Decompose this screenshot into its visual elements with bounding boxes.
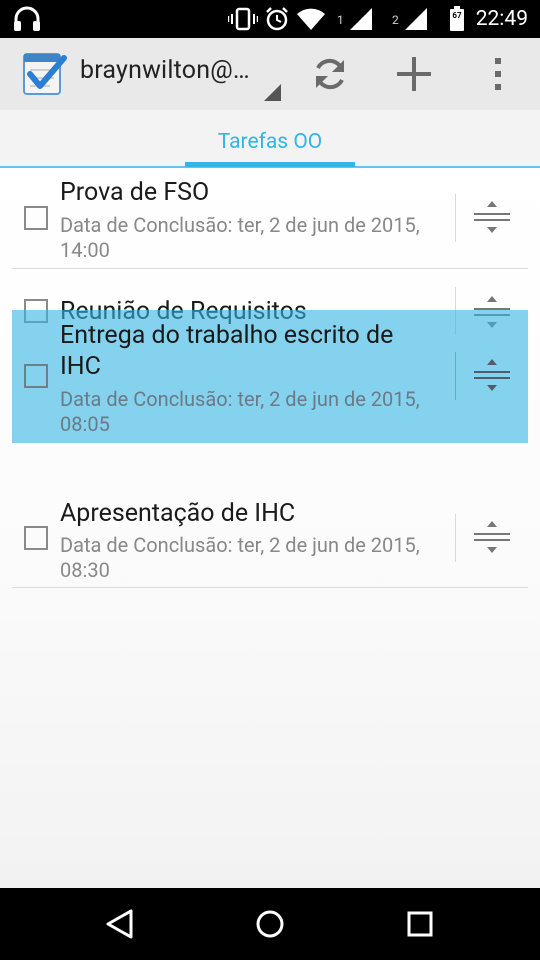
- vibrate-icon: [228, 0, 258, 38]
- task-checkbox[interactable]: [24, 206, 48, 230]
- alarm-icon: [262, 0, 292, 38]
- home-button[interactable]: [240, 900, 300, 948]
- clock: 22:49: [475, 7, 528, 31]
- battery-icon: 67: [446, 0, 468, 38]
- signal-2-label: 2: [392, 13, 399, 27]
- wifi-icon: [296, 0, 326, 38]
- action-bar: braynwilton@…: [0, 38, 540, 110]
- status-bar: 1 2 67 22:49: [0, 0, 540, 38]
- app-logo-icon[interactable]: [20, 50, 68, 98]
- battery-level: 67: [452, 11, 462, 20]
- task-title: Apresentação de IHC: [60, 499, 296, 528]
- tab-tarefas-oo[interactable]: Tarefas OO: [185, 130, 355, 154]
- task-due-time: 08:30: [60, 558, 110, 582]
- task-item[interactable]: Apresentação de IHC Data de Conclusão: t…: [12, 490, 528, 588]
- task-due-time: 14:00: [60, 238, 110, 262]
- divider: [455, 194, 456, 242]
- task-due-date: Data de Conclusão: ter, 2 de jun de 2015…: [60, 387, 420, 411]
- task-checkbox[interactable]: [24, 526, 48, 550]
- add-task-button[interactable]: [386, 50, 442, 98]
- task-due-date: Data de Conclusão: ter, 2 de jun de 2015…: [60, 213, 420, 237]
- drag-handle-icon[interactable]: [472, 356, 512, 396]
- task-title-line2: IHC: [60, 352, 101, 381]
- task-checkbox[interactable]: [24, 364, 48, 388]
- sync-icon: [316, 58, 344, 90]
- task-title-line1: Entrega do trabalho escrito de: [60, 321, 394, 350]
- signal-icon: [402, 0, 430, 38]
- drag-handle-icon[interactable]: [472, 198, 512, 238]
- overflow-menu-icon: [495, 58, 501, 90]
- sync-button[interactable]: [302, 50, 358, 98]
- drag-handle-icon[interactable]: [472, 518, 512, 558]
- row-divider: [12, 587, 528, 588]
- task-title: Prova de FSO: [60, 178, 210, 207]
- home-icon: [256, 910, 284, 938]
- divider: [455, 514, 456, 562]
- divider: [455, 352, 456, 400]
- navigation-bar: [0, 888, 540, 960]
- task-due-date: Data de Conclusão: ter, 2 de jun de 2015…: [60, 533, 420, 557]
- task-due-time: 08:05: [60, 412, 110, 436]
- add-icon: [397, 57, 431, 91]
- dropdown-corner-icon: [264, 84, 281, 101]
- back-button[interactable]: [90, 900, 150, 948]
- task-item[interactable]: Prova de FSO Data de Conclusão: ter, 2 d…: [12, 168, 528, 269]
- signal-icon: [347, 0, 375, 38]
- headphones-icon: [12, 0, 42, 38]
- signal-1-label: 1: [337, 13, 344, 27]
- tab-bar: Tarefas OO: [0, 110, 540, 168]
- recents-icon: [407, 911, 433, 937]
- overflow-menu-button[interactable]: [470, 50, 526, 98]
- account-selector[interactable]: braynwilton@…: [80, 56, 250, 85]
- task-list: Prova de FSO Data de Conclusão: ter, 2 d…: [0, 168, 540, 888]
- dragged-task-item[interactable]: Entrega do trabalho escrito de IHC Data …: [12, 310, 528, 443]
- recents-button[interactable]: [390, 900, 450, 948]
- back-icon: [106, 909, 133, 939]
- task-item[interactable]: Entrega do trabalho escrito de IHC Data …: [12, 310, 528, 443]
